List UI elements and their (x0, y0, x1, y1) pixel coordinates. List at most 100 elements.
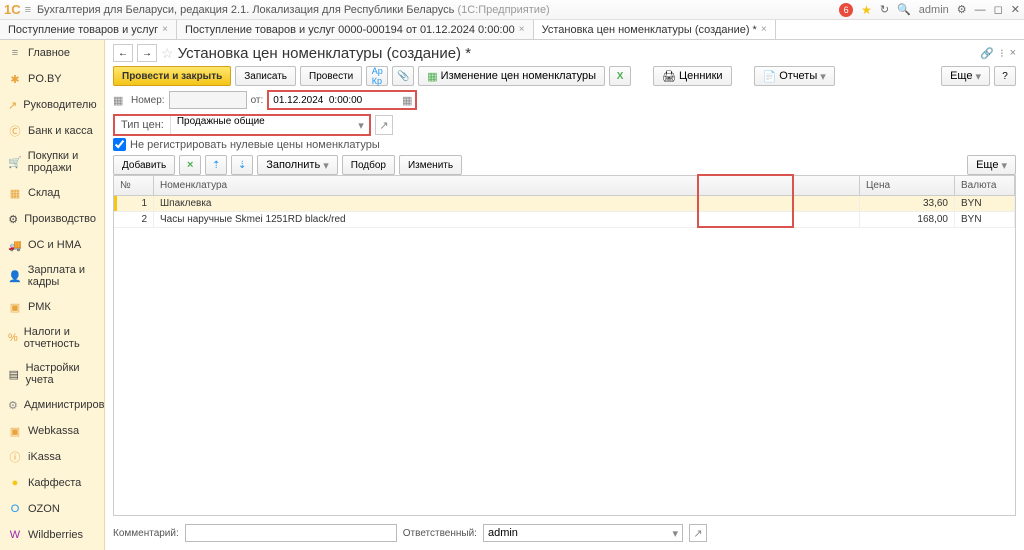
nav-icon: ⓘ (8, 450, 22, 464)
nav-icon: ▤ (8, 367, 20, 381)
document-tabs: Поступление товаров и услуг× Поступление… (0, 20, 1024, 40)
th-name[interactable]: Номенклатура (154, 176, 860, 195)
date-field[interactable]: ▦ (267, 90, 417, 110)
pricetags-button[interactable]: 🖨Ценники (653, 66, 731, 86)
sidebar-item-11[interactable]: ▤Настройки учета (0, 356, 104, 392)
calendar-icon[interactable]: ▦ (399, 92, 415, 108)
star-icon[interactable]: ☆ (161, 45, 174, 62)
favorite-icon[interactable]: ★ (861, 3, 872, 17)
reports-button[interactable]: 📄Отчеты▾ (754, 66, 835, 86)
close-icon[interactable]: × (519, 24, 525, 35)
sidebar-item-8[interactable]: 👤Зарплата и кадры (0, 258, 104, 294)
sidebar-item-15[interactable]: ●Каффеста (0, 470, 104, 496)
back-button[interactable]: ← (113, 44, 133, 62)
select-button[interactable]: Подбор (342, 155, 395, 175)
fill-button[interactable]: Заполнить▾ (257, 155, 338, 175)
delete-row-button[interactable]: × (179, 155, 201, 175)
user-label[interactable]: admin (919, 4, 949, 16)
nav-label: Руководителю (23, 99, 96, 111)
sidebar-item-12[interactable]: ⚙Администрирование (0, 392, 104, 418)
th-price[interactable]: Цена (860, 176, 955, 195)
cell-num: 2 (117, 212, 154, 227)
zero-price-check[interactable]: Не регистрировать нулевые цены номенклат… (113, 138, 1016, 151)
move-down-button[interactable]: ⇣ (231, 155, 253, 175)
close-icon[interactable]: × (761, 24, 767, 35)
tab-doc-1[interactable]: Поступление товаров и услуг× (0, 20, 177, 39)
post-close-button[interactable]: Провести и закрыть (113, 66, 231, 86)
nav-label: Банк и касса (28, 125, 93, 137)
settings-icon[interactable]: ⚙ (957, 3, 967, 16)
search-icon[interactable]: 🔍 (897, 3, 911, 16)
sidebar-item-13[interactable]: ▣Webkassa (0, 418, 104, 444)
sidebar-item-1[interactable]: ✱PO.BY (0, 66, 104, 92)
cell-price: 33,60 (860, 196, 955, 211)
sidebar-item-7[interactable]: 🚚ОС и НМА (0, 232, 104, 258)
responsible-select[interactable]: admin▾ (483, 524, 683, 542)
nav-icon: ✱ (8, 72, 22, 86)
checkbox[interactable] (113, 138, 126, 151)
add-button[interactable]: Добавить (113, 155, 175, 175)
forward-button[interactable]: → (137, 44, 157, 62)
sidebar-item-0[interactable]: ≡ Главное (0, 40, 104, 66)
close-icon[interactable]: ✕ (1011, 3, 1020, 16)
price-type-value[interactable]: Продажные общие (170, 116, 353, 134)
comment-input[interactable] (185, 524, 397, 542)
sidebar-item-14[interactable]: ⓘiKassa (0, 444, 104, 470)
excel-button[interactable]: X (609, 66, 631, 86)
nav-icon: W (8, 528, 22, 542)
open-ref-button[interactable]: ↗ (375, 115, 393, 135)
price-change-button[interactable]: ▦Изменение цен номенклатуры (418, 66, 605, 86)
menu-icon[interactable]: ≡ (25, 4, 31, 16)
nav-icon: % (8, 331, 18, 345)
post-button[interactable]: Провести (300, 66, 362, 86)
sidebar-item-5[interactable]: ▦Склад (0, 180, 104, 206)
open-ref-button[interactable]: ↗ (689, 524, 707, 542)
dt-kt-button[interactable]: АрКр (366, 66, 388, 86)
attach-button[interactable]: 📎 (392, 66, 414, 86)
table: № Номенклатура Цена Валюта 1Шпаклевка33,… (113, 175, 1016, 516)
footer: Комментарий: Ответственный: admin▾ ↗ (113, 520, 1016, 546)
page-title: Установка цен номенклатуры (создание) * (178, 45, 472, 62)
header-right: 6 ★ ↻ 🔍 admin ⚙ — ◻ ✕ (839, 3, 1020, 17)
close-panel-icon[interactable]: × (1010, 47, 1016, 60)
th-currency[interactable]: Валюта (955, 176, 1015, 195)
link-icon[interactable]: 🔗 (980, 47, 994, 60)
nav-label: Главное (28, 47, 70, 59)
nav-icon: ⚙ (8, 398, 18, 412)
edit-button[interactable]: Изменить (399, 155, 462, 175)
sidebar-item-9[interactable]: ▣РМК (0, 294, 104, 320)
notification-badge[interactable]: 6 (839, 3, 853, 17)
th-num[interactable]: № (114, 176, 154, 195)
sidebar-item-10[interactable]: %Налоги и отчетность (0, 320, 104, 356)
tab-doc-3[interactable]: Установка цен номенклатуры (создание) *× (534, 20, 776, 39)
nav-icon: ⚙ (8, 212, 18, 226)
save-button[interactable]: Записать (235, 66, 296, 86)
sidebar-item-16[interactable]: OOZON (0, 496, 104, 522)
more-icon[interactable]: ⁝ (1000, 47, 1004, 60)
price-type-field[interactable]: Тип цен: Продажные общие ▾ (113, 114, 371, 136)
nav-icon: 👤 (8, 269, 22, 283)
sidebar-item-2[interactable]: ↗Руководителю (0, 92, 104, 118)
more-button[interactable]: Еще▾ (941, 66, 990, 86)
maximize-icon[interactable]: ◻ (994, 3, 1003, 16)
sidebar-item-4[interactable]: 🛒Покупки и продажи (0, 144, 104, 180)
tab-doc-2[interactable]: Поступление товаров и услуг 0000-000194 … (177, 20, 534, 39)
chevron-down-icon[interactable]: ▾ (353, 119, 369, 132)
sidebar-item-17[interactable]: WWildberries (0, 522, 104, 548)
table-row[interactable]: 1Шпаклевка33,60BYN (114, 196, 1015, 212)
minimize-icon[interactable]: — (975, 4, 986, 16)
sidebar-item-6[interactable]: ⚙Производство (0, 206, 104, 232)
nav-icon: ≡ (8, 46, 22, 60)
table-row[interactable]: 2Часы наручные Skmei 1251RD black/red168… (114, 212, 1015, 228)
sidebar-item-3[interactable]: ⒸБанк и касса (0, 118, 104, 144)
cell-currency: BYN (955, 196, 1015, 211)
table-header: № Номенклатура Цена Валюта (114, 176, 1015, 196)
help-button[interactable]: ? (994, 66, 1016, 86)
move-up-button[interactable]: ⇡ (205, 155, 227, 175)
history-icon[interactable]: ↻ (880, 3, 889, 16)
number-input[interactable] (169, 91, 247, 109)
table-more-button[interactable]: Еще▾ (967, 155, 1016, 175)
cell-name: Шпаклевка (154, 196, 860, 211)
date-input[interactable] (269, 95, 399, 106)
close-icon[interactable]: × (162, 24, 168, 35)
